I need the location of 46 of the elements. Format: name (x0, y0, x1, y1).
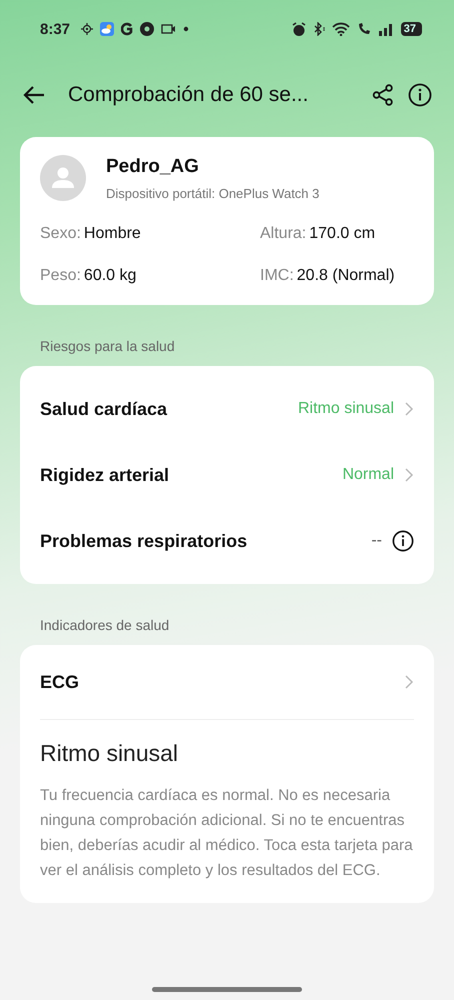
share-icon[interactable] (372, 84, 394, 106)
stat-value: 20.8 (Normal) (296, 267, 395, 285)
bluetooth-icon (312, 22, 325, 36)
risk-row[interactable]: Rigidez arterial Normal (40, 442, 414, 508)
ecg-card[interactable] (20, 645, 434, 903)
weather-icon (100, 22, 114, 36)
video-icon (161, 23, 176, 35)
info-icon[interactable] (392, 530, 414, 552)
battery-indicator: 37 (400, 22, 422, 36)
avatar-icon (40, 155, 86, 201)
result-title: Ritmo sinusal (40, 740, 180, 767)
risk-value: Normal (342, 466, 394, 484)
stat-label: Peso: (40, 267, 81, 285)
alarm-icon (292, 22, 306, 36)
section-heading: Indicadores de salud (39, 616, 170, 635)
section-heading: Riesgos para la salud (39, 337, 176, 356)
dot-icon (183, 26, 190, 32)
chevron-icon (404, 674, 414, 690)
risk-row[interactable]: Salud cardíaca Ritmo sinusal (40, 376, 414, 442)
app-icon (121, 22, 134, 36)
risk-label: Rigidez arterial (40, 464, 170, 486)
page-title: Comprobación de 60 se... (68, 83, 310, 107)
status-time: 8:37 (40, 20, 70, 38)
wifi-icon (332, 22, 350, 36)
signal-icon (378, 22, 394, 36)
risk-row[interactable]: Problemas respiratorios -- (40, 508, 414, 574)
indicator-label: ECG (40, 672, 80, 692)
risk-value: Ritmo sinusal (298, 400, 394, 418)
stat-value: 170.0 cm (309, 225, 376, 243)
stat-value: 60.0 kg (84, 267, 136, 285)
risk-label: Salud cardíaca (40, 398, 168, 420)
stat-label: IMC: (260, 267, 294, 285)
chevron-icon (404, 401, 414, 417)
stat-label: Sexo: (40, 225, 81, 243)
record-icon (140, 22, 154, 36)
location-icon (81, 23, 94, 35)
user-name: Pedro_AG (106, 156, 200, 178)
risk-label: Problemas respiratorios (40, 530, 248, 552)
stat-label: Altura: (260, 225, 306, 243)
chevron-icon (404, 467, 414, 483)
device-name: Dispositivo portátil: OnePlus Watch 3 (106, 186, 320, 200)
result-description: Tu frecuencia cardíaca es normal. No es necesaria ninguna comprobación adicional. Si no te encuentras bien, deberías acudir al médico. Toca esta tarjeta para ver el análisis completo y los resultados del ECG. (40, 786, 414, 881)
stat-value: Hombre (84, 225, 141, 243)
risk-value: -- (371, 532, 382, 550)
back-arrow-icon[interactable] (22, 85, 46, 105)
info-icon[interactable] (408, 83, 432, 107)
